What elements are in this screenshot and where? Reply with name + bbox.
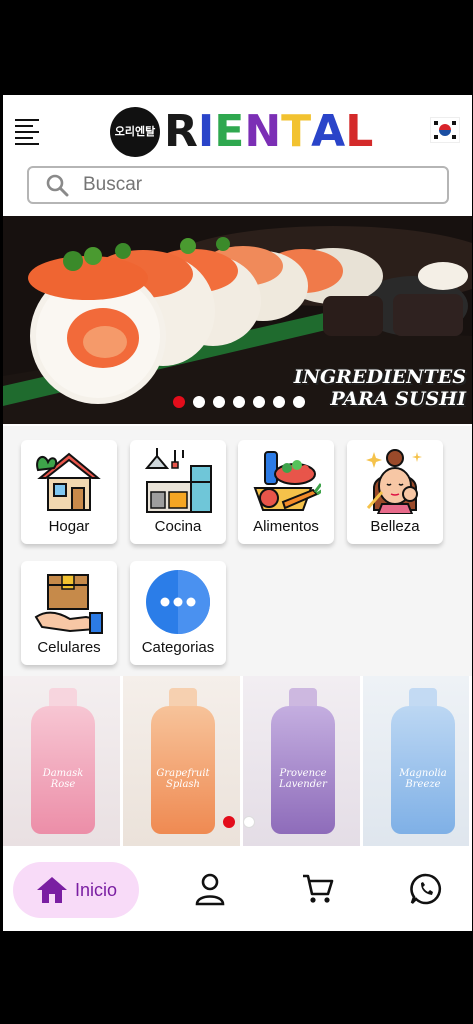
- logo-letter: L: [345, 106, 374, 157]
- beauty-icon: [366, 449, 422, 514]
- kitchen-icon: [144, 448, 212, 513]
- cart-icon[interactable]: [301, 872, 335, 906]
- product-card[interactable]: Damask Rose: [3, 676, 120, 846]
- pagination-dot[interactable]: [193, 396, 205, 408]
- category-cocina[interactable]: Cocina: [130, 440, 226, 544]
- house-icon: [36, 452, 101, 511]
- pagination-dot[interactable]: [273, 396, 285, 408]
- app-header: 오리엔탈 R I E N T A L: [3, 95, 472, 163]
- product-pagination: [223, 816, 255, 828]
- product-name: Damask Rose: [42, 768, 84, 790]
- search-bar[interactable]: [27, 166, 449, 204]
- whatsapp-icon[interactable]: [409, 872, 443, 906]
- category-label: Alimentos: [253, 518, 319, 535]
- pagination-dot[interactable]: [233, 396, 245, 408]
- profile-icon[interactable]: [193, 872, 227, 906]
- banner-line-1: INGREDIENTES: [293, 366, 466, 388]
- banner-pagination: [173, 396, 305, 408]
- product-card[interactable]: Magnolia Breeze: [363, 676, 469, 846]
- product-name: Provence Lavender: [279, 768, 327, 790]
- logo-letter: N: [244, 106, 282, 157]
- app-logo[interactable]: 오리엔탈 R I E N T A L: [110, 105, 373, 159]
- search-input[interactable]: [83, 174, 413, 196]
- pagination-dot[interactable]: [253, 396, 265, 408]
- pagination-dot[interactable]: [293, 396, 305, 408]
- logo-letter: T: [281, 106, 312, 157]
- category-grid: Hogar Cocina Alimentos Belleza Celulares…: [3, 426, 472, 676]
- promo-banner[interactable]: INGREDIENTES PARA SUSHI: [3, 216, 472, 424]
- pagination-dot[interactable]: [173, 396, 185, 408]
- category-label: Categorias: [141, 639, 215, 656]
- logo-letter: I: [197, 106, 215, 157]
- pagination-dot[interactable]: [223, 816, 235, 828]
- bottom-nav: Inicio: [3, 852, 472, 931]
- logo-wordmark: R I E N T A L: [164, 107, 373, 157]
- product-card[interactable]: Provence Lavender: [243, 676, 360, 846]
- product-name: Magnolia Breeze: [399, 768, 447, 790]
- menu-icon[interactable]: [15, 119, 41, 145]
- category-label: Cocina: [154, 518, 202, 535]
- category-label: Celulares: [37, 639, 101, 656]
- nav-home-label: Inicio: [74, 879, 118, 900]
- logo-badge: 오리엔탈: [110, 107, 160, 157]
- logo-letter: E: [214, 106, 245, 157]
- phone-box-icon: [34, 574, 103, 634]
- pagination-dot[interactable]: [243, 816, 255, 828]
- banner-caption: INGREDIENTES PARA SUSHI: [294, 366, 466, 410]
- nav-home-button[interactable]: Inicio: [13, 862, 139, 918]
- logo-letter: A: [311, 106, 346, 157]
- search-icon: [46, 174, 69, 197]
- more-icon: [146, 570, 210, 634]
- logo-letter: R: [164, 106, 198, 157]
- app-screen: 오리엔탈 R I E N T A L Buscar INGREDIENTES P…: [3, 95, 472, 931]
- product-name: Grapefruit Splash: [156, 768, 210, 790]
- category-alimentos[interactable]: Alimentos: [238, 440, 334, 544]
- korea-flag-icon[interactable]: [430, 117, 460, 143]
- home-icon: [36, 877, 67, 903]
- banner-line-2: PARA SUSHI: [330, 388, 466, 410]
- category-belleza[interactable]: Belleza: [347, 440, 443, 544]
- pagination-dot[interactable]: [213, 396, 225, 408]
- category-hogar[interactable]: Hogar: [21, 440, 117, 544]
- food-icon: [253, 451, 321, 511]
- category-label: Hogar: [48, 518, 90, 535]
- category-more[interactable]: Categorias: [130, 561, 226, 665]
- category-label: Belleza: [370, 518, 420, 535]
- category-celulares[interactable]: Celulares: [21, 561, 117, 665]
